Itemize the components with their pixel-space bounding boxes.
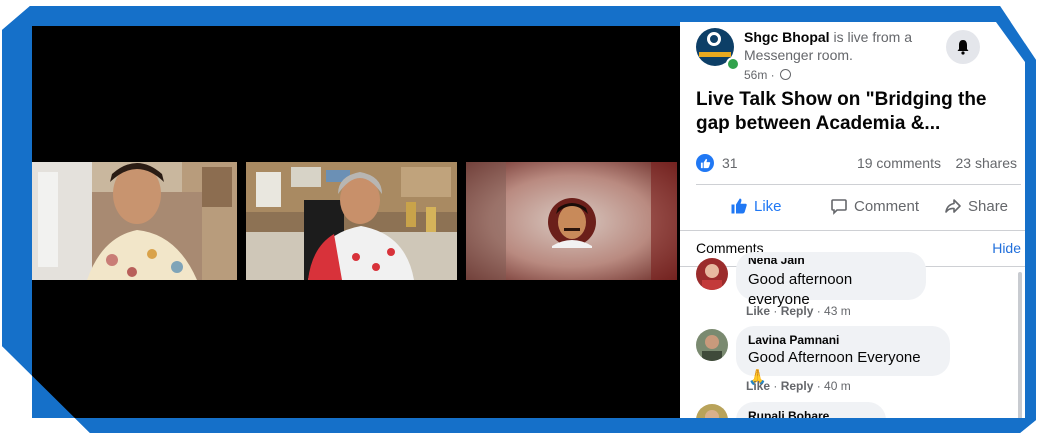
frame-overlay xyxy=(2,6,1036,433)
